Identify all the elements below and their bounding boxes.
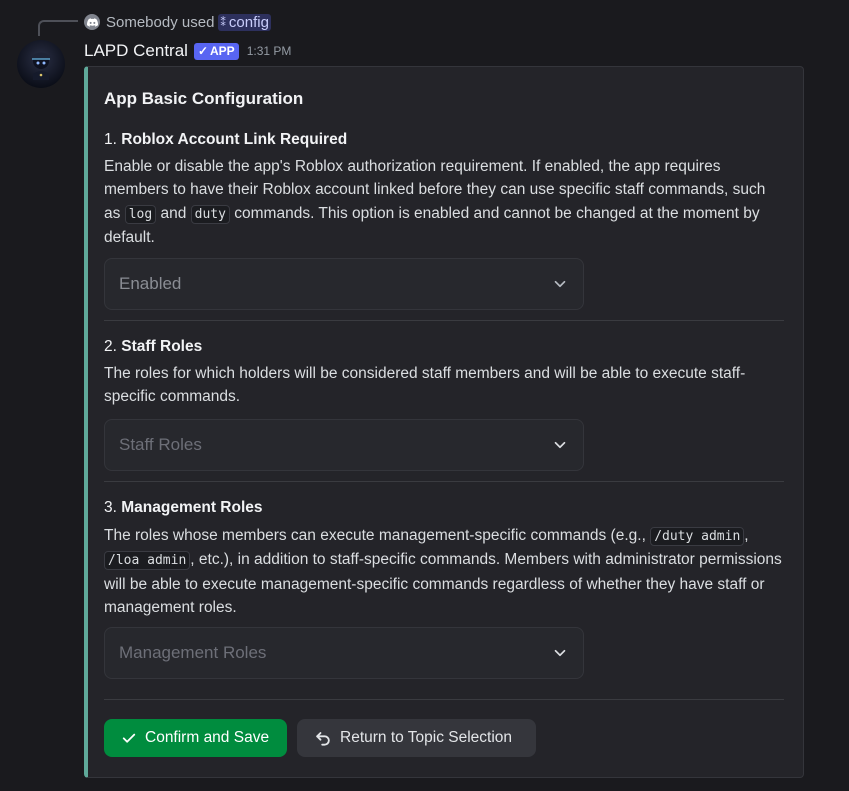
app-badge: ✓ APP bbox=[193, 42, 239, 60]
section-title: Management Roles bbox=[121, 499, 263, 516]
section-heading-roblox-link: 1. Roblox Account Link Required bbox=[104, 131, 347, 149]
roblox-link-select[interactable]: Enabled bbox=[104, 258, 584, 310]
reply-context[interactable]: Somebody used ⁑ config bbox=[84, 11, 271, 33]
inline-code-log: log bbox=[124, 204, 157, 224]
section-description-staff-roles: The roles for which holders will be cons… bbox=[104, 362, 784, 409]
config-embed: App Basic Configuration 1. Roblox Accoun… bbox=[84, 66, 804, 778]
section-description-management-roles: The roles whose members can execute mana… bbox=[104, 524, 784, 620]
reply-spine bbox=[38, 20, 78, 36]
author-name[interactable]: LAPD Central bbox=[84, 41, 188, 61]
management-roles-select[interactable]: Management Roles bbox=[104, 627, 584, 679]
divider bbox=[104, 320, 784, 321]
avatar[interactable] bbox=[17, 40, 65, 88]
chevron-down-icon bbox=[554, 280, 566, 288]
inline-code-loa-admin: /loa admin bbox=[104, 551, 191, 571]
verified-check-icon: ✓ bbox=[197, 44, 208, 58]
desc-text: , bbox=[744, 527, 749, 544]
app-badge-label: APP bbox=[210, 44, 235, 58]
desc-text: The roles for which holders will be cons… bbox=[104, 365, 746, 406]
police-bot-avatar-icon bbox=[31, 52, 51, 80]
section-title: Staff Roles bbox=[121, 338, 203, 355]
select-value: Enabled bbox=[119, 274, 182, 293]
select-placeholder: Staff Roles bbox=[119, 435, 202, 454]
inline-code-duty-admin: /duty admin bbox=[650, 527, 745, 546]
embed-title: App Basic Configuration bbox=[104, 89, 304, 108]
section-title: Roblox Account Link Required bbox=[121, 131, 348, 148]
section-description-roblox-link: Enable or disable the app's Roblox autho… bbox=[104, 155, 784, 250]
divider bbox=[104, 481, 784, 482]
slash-command-icon: ⁑ bbox=[220, 16, 226, 29]
return-to-topic-selection-button[interactable]: Return to Topic Selection bbox=[297, 719, 536, 757]
select-placeholder: Management Roles bbox=[119, 643, 267, 662]
confirm-and-save-button[interactable]: Confirm and Save bbox=[104, 719, 287, 757]
chevron-down-icon bbox=[554, 441, 566, 449]
undo-arrow-icon bbox=[316, 732, 330, 746]
chevron-down-icon bbox=[554, 649, 566, 657]
return-label: Return to Topic Selection bbox=[340, 729, 513, 746]
confirm-label: Confirm and Save bbox=[145, 729, 270, 746]
message-header: LAPD Central ✓ APP 1:31 PM bbox=[84, 40, 291, 62]
command-name: config bbox=[228, 13, 269, 31]
desc-text: , etc.), in addition to staff-specific c… bbox=[104, 551, 782, 617]
section-number: 1. bbox=[104, 131, 117, 148]
desc-text: and bbox=[156, 204, 191, 222]
divider bbox=[104, 699, 784, 700]
staff-roles-select[interactable]: Staff Roles bbox=[104, 419, 584, 471]
section-heading-staff-roles: 2. Staff Roles bbox=[104, 338, 202, 356]
section-heading-management-roles: 3. Management Roles bbox=[104, 499, 263, 517]
inline-code-duty: duty bbox=[190, 204, 230, 224]
reply-text: Somebody used bbox=[106, 13, 215, 31]
desc-text: The roles whose members can execute mana… bbox=[104, 527, 651, 544]
discord-logo-icon bbox=[84, 14, 100, 30]
section-number: 2. bbox=[104, 338, 117, 355]
check-icon bbox=[122, 733, 136, 743]
command-mention[interactable]: ⁑ config bbox=[218, 13, 271, 31]
section-number: 3. bbox=[104, 499, 117, 516]
timestamp[interactable]: 1:31 PM bbox=[247, 44, 292, 58]
